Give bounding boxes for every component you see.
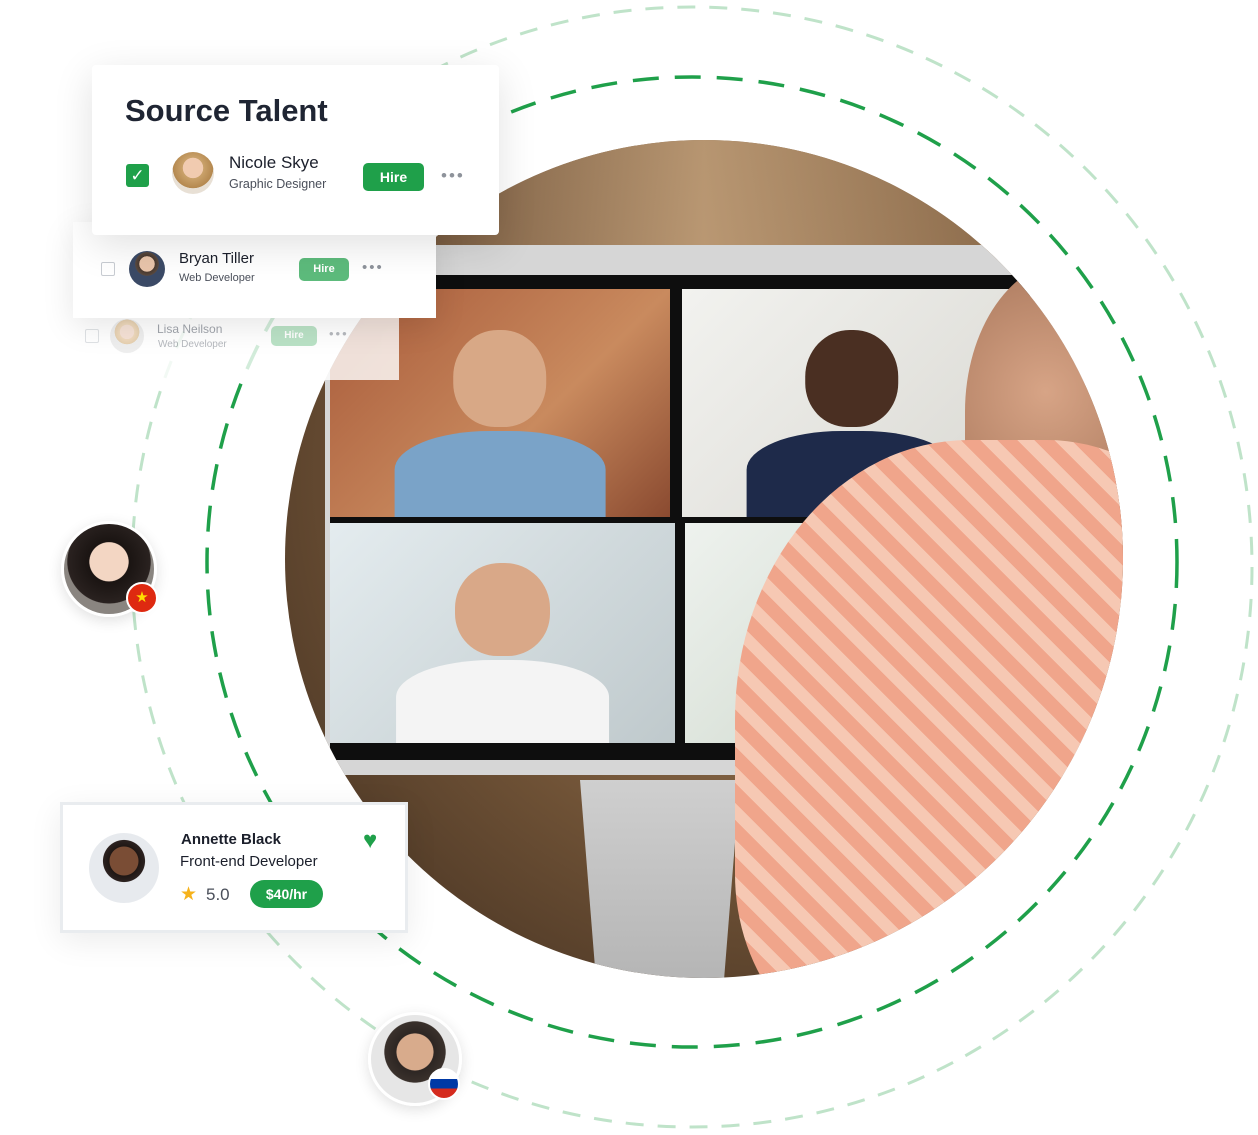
hire-button[interactable]: Hire	[363, 163, 424, 191]
talent-role: Front-end Developer	[180, 853, 318, 870]
candidate-name: Bryan Tiller	[179, 250, 255, 267]
more-options-icon[interactable]: •••	[329, 326, 349, 341]
star-icon: ★	[180, 884, 198, 905]
avatar-lisa	[110, 319, 144, 353]
more-options-icon[interactable]: •••	[441, 166, 465, 186]
hourly-rate-badge: $40/hr	[250, 880, 323, 908]
avatar-nicole	[172, 152, 214, 194]
russia-flag-icon	[428, 1068, 460, 1100]
candidate-role: Graphic Designer	[229, 177, 327, 191]
candidate-card-bryan: Bryan Tiller Web Developer Hire •••	[73, 222, 436, 318]
candidate-name: Lisa Neilson	[157, 322, 223, 336]
avatar-annette	[89, 833, 159, 903]
heart-icon[interactable]: ♥	[363, 829, 377, 853]
candidate-card-lisa: Lisa Neilson Web Developer Hire •••	[73, 318, 399, 380]
checkbox-unchecked[interactable]	[85, 329, 99, 343]
avatar-bryan	[129, 251, 165, 287]
video-tile-3	[330, 523, 675, 743]
hire-button[interactable]: Hire	[299, 258, 349, 281]
more-options-icon[interactable]: •••	[362, 259, 384, 276]
rating-value: 5.0	[206, 885, 230, 904]
candidate-name: Nicole Skye	[229, 153, 319, 172]
card-title: Source Talent	[125, 93, 328, 128]
talent-name: Annette Black	[181, 831, 282, 848]
featured-talent-card[interactable]: Annette Black Front-end Developer ♥ ★ 5.…	[60, 802, 408, 933]
checkbox-checked[interactable]: ✓	[126, 164, 149, 187]
china-flag-icon: ★	[126, 582, 158, 614]
candidate-role: Web Developer	[179, 272, 255, 284]
checkbox-unchecked[interactable]	[101, 262, 115, 276]
candidate-role: Web Developer	[158, 339, 227, 350]
hire-button[interactable]: Hire	[271, 326, 317, 346]
check-icon: ✓	[130, 166, 145, 185]
source-talent-card: Source Talent ✓ Nicole Skye Graphic Desi…	[92, 65, 499, 235]
